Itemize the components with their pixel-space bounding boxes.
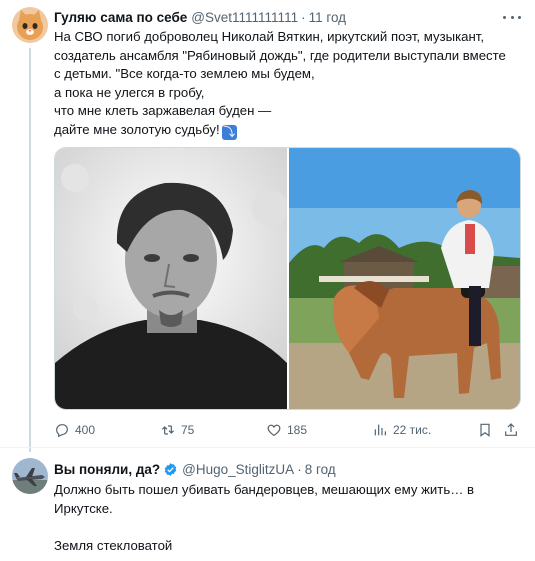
author-name[interactable]: Гуляю сама по себе — [54, 10, 187, 25]
tweet-text: На СВО погиб доброволец Николай Вяткин, … — [54, 28, 524, 140]
reply-count: 400 — [75, 423, 96, 437]
tweet-actions: 400 75 185 22 тис. — [54, 422, 524, 438]
author-name[interactable]: Вы поняли, да? — [54, 462, 160, 477]
avatar-airplane[interactable] — [12, 458, 48, 494]
tweet-divider — [0, 447, 535, 448]
like-count: 185 — [287, 423, 308, 437]
tweet-text-line: Должно быть пошел убивать бандеровцев, м… — [54, 482, 475, 497]
tweet-text: Должно быть пошел убивать бандеровцев, м… — [54, 481, 524, 555]
reply-icon — [56, 424, 68, 438]
more-icon[interactable] — [503, 10, 521, 24]
tweet-text-line: что мне клеть заржавелая буден — — [54, 103, 272, 119]
media-grid — [54, 147, 521, 410]
like-icon — [267, 424, 281, 437]
author-handle[interactable]: @Svet1111111111 — [191, 10, 298, 25]
tweet-header: Вы поняли, да? @Hugo_StiglitzUA · 8 год — [54, 459, 336, 479]
tweet-time[interactable]: 11 год — [309, 10, 346, 25]
thread-line — [29, 48, 31, 452]
photo-horse-rider[interactable] — [289, 148, 520, 409]
retweet-icon — [161, 425, 175, 435]
tweet-text-line: а пока не улегся в гробу, — [54, 84, 205, 100]
avatar-cat[interactable] — [12, 7, 48, 43]
reply-button[interactable]: 400 — [54, 422, 95, 438]
tweet-text-line: Иркутске. — [54, 500, 113, 516]
tweet-text-line: дайте мне золотую судьбу! — [54, 121, 220, 137]
tweet-text-line: На СВО погиб доброволец Николай Вяткин, … — [54, 29, 485, 44]
arrow-down-emoji-icon: ⤵ — [221, 124, 237, 140]
tweet-text-line: Земля стекловатой — [54, 537, 173, 553]
views-button[interactable]: 22 тис. — [372, 422, 431, 438]
tweet-reply[interactable]: Вы поняли, да? @Hugo_StiglitzUA · 8 год … — [0, 448, 535, 561]
retweet-button[interactable]: 75 — [160, 422, 194, 438]
separator-dot: · — [297, 461, 302, 477]
tweet-time[interactable]: 8 год — [305, 462, 336, 477]
bookmark-icon — [480, 423, 490, 437]
retweet-count: 75 — [181, 423, 195, 437]
tweet-header: Гуляю сама по себе @Svet1111111111 · 11 … — [54, 7, 346, 27]
tweet-text-line: с детьми. "Все когда-то землею мы будем, — [54, 66, 315, 82]
separator-dot: · — [301, 9, 306, 25]
verified-icon — [164, 462, 177, 476]
views-count: 22 тис. — [393, 423, 432, 437]
views-icon — [374, 424, 386, 436]
like-button[interactable]: 185 — [266, 422, 307, 438]
bookmark-button[interactable] — [477, 422, 498, 438]
tweet-original[interactable]: Гуляю сама по себе @Svet1111111111 · 11 … — [0, 0, 535, 452]
author-handle[interactable]: @Hugo_StiglitzUA — [182, 462, 294, 477]
share-icon — [505, 423, 517, 436]
tweet-text-last-line: дайте мне золотую судьбу! ⤵ — [54, 121, 524, 140]
tweet-text-line: создатель ансамбля "Рябиновый дождь", гд… — [54, 47, 506, 63]
share-button[interactable] — [503, 422, 524, 438]
photo-portrait[interactable] — [55, 148, 289, 409]
